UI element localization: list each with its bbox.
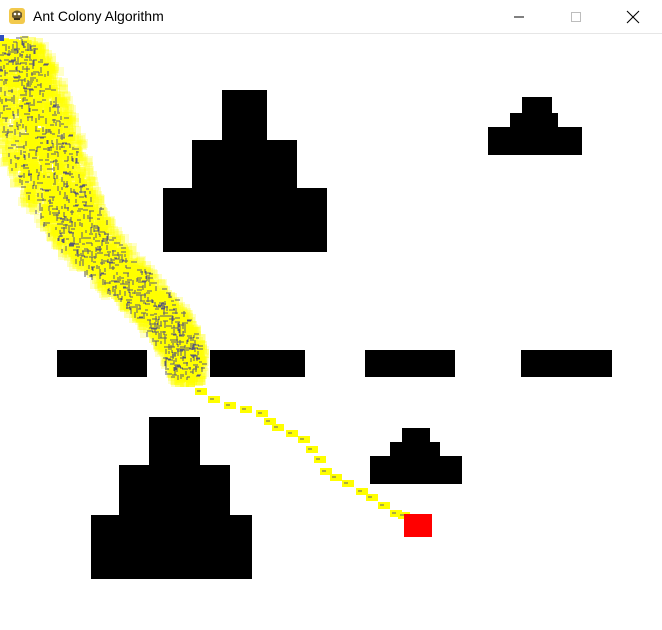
obstacle-pyramid2-mid-tier xyxy=(119,465,230,516)
maximize-icon xyxy=(570,11,582,23)
obstacle-mound2-mid xyxy=(390,442,440,456)
pheromone-cell xyxy=(9,165,18,174)
obstacle-barrier-4 xyxy=(521,350,612,377)
obstacle-pyramid-top-tier xyxy=(222,90,267,140)
obstacle-mound2-base xyxy=(370,456,462,484)
window-title: Ant Colony Algorithm xyxy=(33,8,164,24)
obstacle-barrier-1 xyxy=(57,350,147,377)
pheromone-cell xyxy=(55,67,64,76)
simulation-svg xyxy=(0,35,612,579)
window-titlebar[interactable]: Ant Colony Algorithm xyxy=(0,0,662,34)
pheromone-cell xyxy=(0,145,7,154)
pheromone-cell xyxy=(11,115,20,124)
nest-marker xyxy=(0,35,4,41)
obstacle-mound-top xyxy=(522,97,552,113)
pheromone-cell xyxy=(10,179,19,188)
simulation-canvas[interactable] xyxy=(0,34,662,630)
pheromone-cell xyxy=(30,206,39,215)
obstacle-mound-mid xyxy=(510,113,558,127)
pheromone-cell xyxy=(101,291,110,300)
obstacle-barrier-2 xyxy=(210,350,305,377)
close-icon xyxy=(626,10,640,24)
pheromone-cell xyxy=(194,377,203,386)
obstacle-pyramid2-top-tier xyxy=(149,417,200,467)
maximize-button[interactable] xyxy=(553,0,599,33)
obstacle-pyramid-base xyxy=(163,188,327,252)
food-layer xyxy=(404,514,432,537)
obstacle-barrier-3 xyxy=(365,350,455,377)
close-button[interactable] xyxy=(610,0,656,33)
obstacle-pyramid2-base xyxy=(91,515,252,579)
obstacle-mound2-top xyxy=(402,428,430,442)
pheromone-cell xyxy=(70,118,79,127)
minimize-button[interactable] xyxy=(496,0,542,33)
obstacle-mound-base xyxy=(488,127,582,155)
obstacle-pyramid-mid-tier xyxy=(192,140,297,188)
food-source xyxy=(404,514,432,537)
pheromone-cell xyxy=(171,378,180,387)
minimize-icon xyxy=(513,11,525,23)
python-snake-icon xyxy=(8,7,26,25)
pheromone-layer xyxy=(0,36,410,519)
